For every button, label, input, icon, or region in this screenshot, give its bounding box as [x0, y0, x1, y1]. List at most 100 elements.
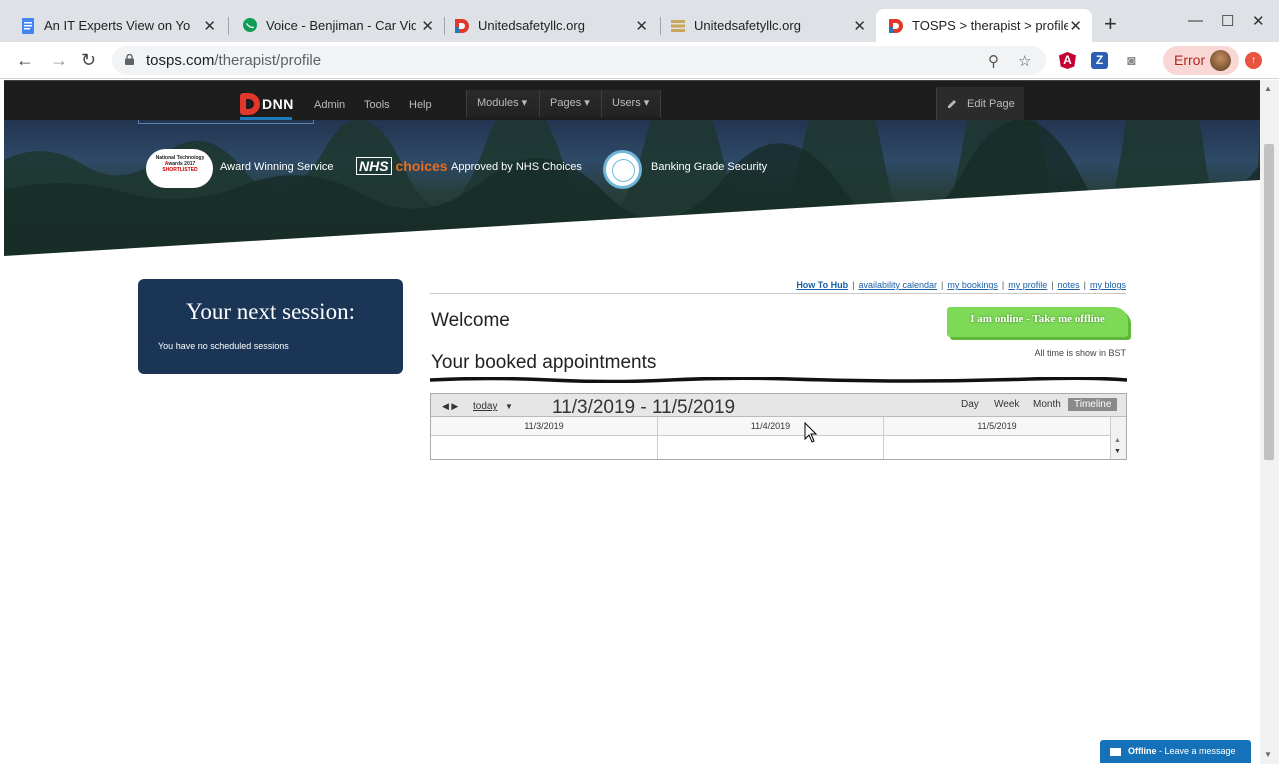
tab-unitedsafety-2[interactable]: Unitedsafetyllc.org ✕	[650, 9, 876, 42]
close-window-icon[interactable]: ✕	[1252, 12, 1265, 30]
new-tab-button[interactable]: +	[1104, 13, 1117, 35]
browser-window: An IT Experts View on Your ✕ Voice - Ben…	[0, 0, 1279, 767]
tab-title: TOSPS > therapist > profile	[912, 18, 1068, 33]
profile-nav-links: How To Hub | availability calendar | my book…	[430, 280, 1126, 294]
tab-voice[interactable]: Voice - Benjiman - Car Vide ✕	[222, 9, 444, 42]
calendar-toolbar: ◀ ▶ today ▼ 11/3/2019 - 11/5/2019 Day We…	[431, 394, 1126, 418]
online-toggle-button[interactable]: I am online - Take me offline	[947, 307, 1128, 337]
lock-icon	[125, 54, 134, 65]
calendar-date-header: 11/4/2019	[658, 417, 883, 436]
url-path: /therapist/profile	[214, 52, 322, 69]
nhs-text: Approved by NHS Choices	[451, 161, 582, 173]
tab-title: Voice - Benjiman - Car Vide	[266, 18, 416, 33]
close-tab-icon[interactable]: ✕	[421, 17, 434, 35]
zoom-icon[interactable]: ⚲	[988, 52, 999, 70]
chat-message: Leave a message	[1164, 746, 1236, 756]
view-week-button[interactable]: Week	[988, 398, 1025, 411]
my-bookings-link[interactable]: my bookings	[947, 280, 998, 290]
browser-toolbar: ← → ↻ tosps.com/therapist/profile ⚲ ☆ A …	[0, 42, 1279, 79]
pencil-icon	[948, 100, 956, 108]
notes-link[interactable]: notes	[1058, 280, 1080, 290]
zotero-extension-icon[interactable]: Z	[1091, 52, 1108, 69]
award-text: Award Winning Service	[220, 161, 334, 173]
tab-docs[interactable]: An IT Experts View on Your ✕	[0, 9, 226, 42]
tab-title: An IT Experts View on Your	[44, 18, 190, 33]
tab-title: Unitedsafetyllc.org	[478, 18, 585, 33]
next-session-card: Your next session: You have no scheduled…	[138, 279, 403, 374]
calendar-date-header: 11/3/2019	[431, 417, 657, 436]
tab-strip: An IT Experts View on Your ✕ Voice - Ben…	[0, 0, 1279, 42]
view-day-button[interactable]: Day	[955, 398, 985, 411]
close-tab-icon[interactable]: ✕	[853, 17, 866, 35]
dnn-users-menu[interactable]: Users ▾	[601, 90, 661, 117]
availability-calendar-link[interactable]: availability calendar	[858, 280, 937, 290]
booked-appointments-heading: Your booked appointments	[431, 352, 657, 373]
page-scrollbar[interactable]: ▲ ▼	[1260, 80, 1279, 764]
prev-next-arrows-icon[interactable]: ◀ ▶	[442, 401, 458, 412]
stack-icon	[671, 20, 685, 32]
dnn-tools-link[interactable]: Tools	[364, 99, 390, 111]
error-label: Error	[1174, 52, 1206, 68]
timezone-note: All time is show in BST	[1034, 348, 1126, 358]
voice-icon	[243, 18, 257, 32]
calendar-column[interactable]: 11/5/2019	[884, 417, 1111, 459]
scroll-up-icon: ▲	[1264, 84, 1272, 93]
page-viewport: DNN Admin Tools Help Modules ▾ Pages ▾ U…	[4, 80, 1260, 764]
calendar-column[interactable]: 11/4/2019	[658, 417, 884, 459]
profile-error-button[interactable]: Error	[1163, 46, 1239, 75]
caret-down-icon: ▾	[521, 97, 528, 109]
edit-page-button[interactable]: Edit Page	[936, 87, 1024, 121]
next-session-note: You have no scheduled sessions	[158, 341, 289, 351]
address-bar[interactable]: tosps.com/therapist/profile ⚲ ☆	[112, 46, 1046, 75]
tab-title: Unitedsafetyllc.org	[694, 18, 801, 33]
minimize-icon[interactable]: —	[1188, 12, 1203, 29]
scroll-up-icon: ▲	[1114, 437, 1121, 444]
forward-icon[interactable]: →	[50, 50, 68, 70]
avatar	[1210, 50, 1231, 71]
calendar-dropdown-icon[interactable]: ▼	[505, 402, 513, 411]
dnn-pages-menu[interactable]: Pages ▾	[539, 90, 601, 117]
close-tab-icon[interactable]: ✕	[1069, 17, 1082, 35]
chat-status: Offline	[1128, 746, 1157, 756]
view-month-button[interactable]: Month	[1027, 398, 1067, 411]
calendar-column[interactable]: 11/3/2019	[431, 417, 658, 459]
dnn-help-link[interactable]: Help	[409, 99, 432, 111]
angular-extension-icon[interactable]: A	[1059, 52, 1076, 69]
tab-tosps-active[interactable]: TOSPS > therapist > profile ✕	[876, 9, 1092, 42]
welcome-heading: Welcome	[431, 310, 510, 331]
calendar-scrollbar[interactable]: ▲ ▼	[1111, 417, 1126, 459]
view-timeline-button[interactable]: Timeline	[1068, 398, 1118, 411]
brush-divider	[430, 377, 1127, 383]
my-blogs-link[interactable]: my blogs	[1090, 280, 1126, 290]
dnn-logo[interactable]: DNN	[240, 93, 293, 120]
hero-banner: National Technology Awards 2017 SHORTLIST…	[4, 120, 1260, 256]
bookmark-star-icon[interactable]: ☆	[1018, 52, 1031, 70]
dnn-control-bar: DNN Admin Tools Help Modules ▾ Pages ▾ U…	[4, 80, 1260, 121]
tab-unitedsafety-1[interactable]: Unitedsafetyllc.org ✕	[434, 9, 658, 42]
scrollbar-thumb[interactable]	[1264, 144, 1274, 460]
caret-down-icon: ▾	[643, 97, 650, 109]
dnn-modules-menu[interactable]: Modules ▾	[466, 90, 539, 117]
back-icon[interactable]: ←	[16, 50, 34, 70]
url-host: tosps.com	[146, 52, 215, 69]
calendar-date-header: 11/5/2019	[884, 417, 1110, 436]
today-button[interactable]: today	[473, 401, 497, 412]
next-session-title: Your next session:	[186, 299, 355, 324]
dnn-admin-link[interactable]: Admin	[314, 99, 345, 111]
calendar-range: 11/3/2019 - 11/5/2019	[552, 397, 736, 418]
appointments-calendar: ◀ ▶ today ▼ 11/3/2019 - 11/5/2019 Day We…	[430, 393, 1127, 460]
close-tab-icon[interactable]: ✕	[203, 17, 216, 35]
maximize-icon[interactable]: ☐	[1221, 12, 1234, 30]
camera-extension-icon[interactable]: ◙	[1123, 52, 1140, 69]
nhs-choices-logo: NHS choices	[356, 157, 448, 175]
award-badge-logo: National Technology Awards 2017 SHORTLIST…	[146, 149, 213, 188]
dnn-icon	[455, 19, 469, 33]
scroll-down-icon: ▼	[1264, 750, 1272, 759]
reload-icon[interactable]: ↻	[81, 50, 96, 70]
close-tab-icon[interactable]: ✕	[635, 17, 648, 35]
live-chat-button[interactable]: Offline - Leave a message	[1100, 740, 1251, 763]
how-to-hub-link[interactable]: How To Hub	[796, 280, 848, 290]
my-profile-link[interactable]: my profile	[1008, 280, 1047, 290]
scroll-down-icon: ▼	[1114, 448, 1121, 455]
update-icon[interactable]: ↑	[1245, 52, 1262, 69]
